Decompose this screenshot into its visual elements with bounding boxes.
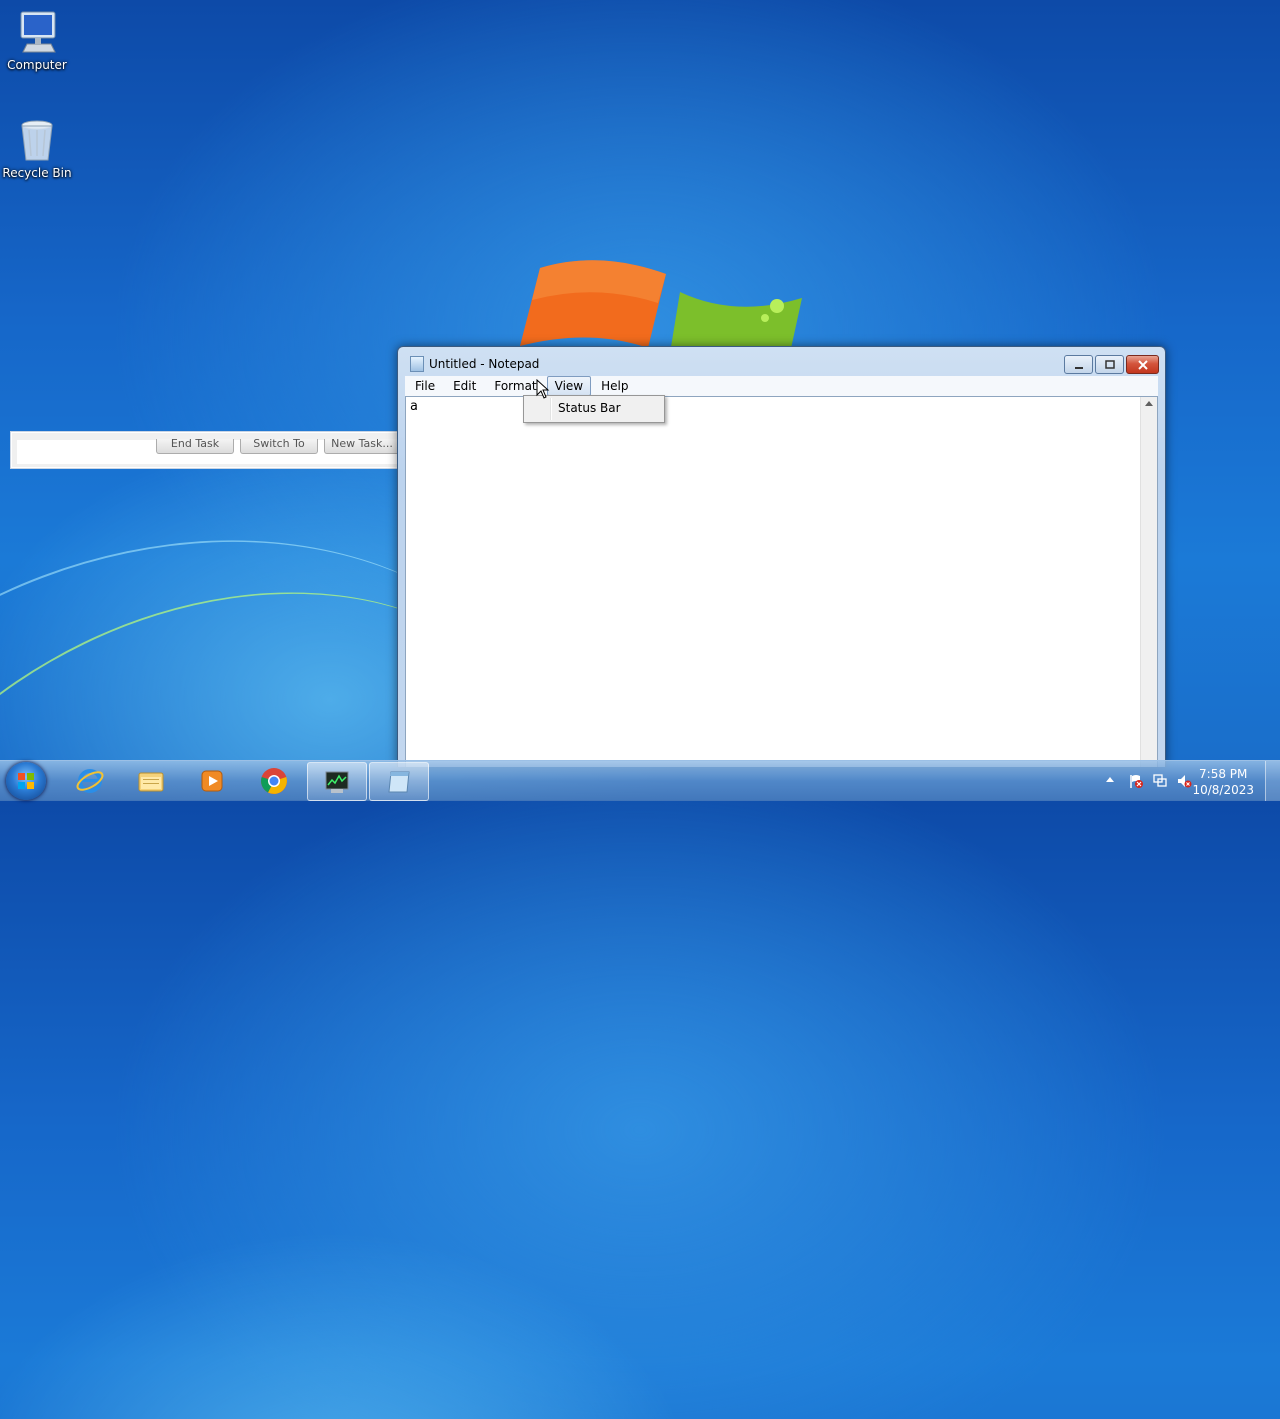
title-bar[interactable]: Untitled - Notepad (410, 356, 539, 372)
window-title: Untitled - Notepad (429, 357, 540, 371)
minimize-icon (1074, 366, 1083, 369)
task-manager-icon (325, 771, 349, 793)
clock-date: 10/8/2023 (1192, 783, 1254, 797)
minimize-button[interactable] (1064, 355, 1093, 374)
text-editor[interactable]: a (405, 396, 1158, 767)
maximize-icon (1104, 359, 1115, 369)
task-manager-window[interactable]: End Task Switch To New Task... (10, 431, 400, 469)
taskbar-media-player[interactable] (183, 762, 241, 799)
task-manager-panel: End Task Switch To New Task... (17, 439, 400, 464)
network-icon[interactable] (1152, 773, 1168, 789)
computer-icon (13, 8, 61, 56)
desktop-icon-computer[interactable]: Computer (1, 8, 73, 72)
taskbar-windows-explorer[interactable] (122, 762, 180, 799)
windows-logo-wallpaper (520, 258, 810, 356)
caption-buttons (1064, 355, 1159, 374)
ie-icon (76, 769, 104, 793)
close-icon (1137, 359, 1148, 370)
taskbar-internet-explorer[interactable] (61, 762, 119, 799)
start-button[interactable] (6, 762, 46, 800)
end-task-button[interactable]: End Task (156, 439, 234, 454)
menu-view[interactable]: View (546, 376, 592, 396)
taskbar-notepad[interactable] (369, 762, 429, 801)
switch-to-button[interactable]: Switch To (240, 439, 318, 454)
vertical-scrollbar[interactable] (1140, 397, 1157, 767)
taskbar-task-manager[interactable] (307, 762, 367, 801)
desktop-icon-label: Computer (7, 58, 67, 72)
new-task-button[interactable]: New Task... (324, 439, 400, 454)
recycle-bin-icon (13, 116, 61, 164)
editor-content: a (410, 399, 418, 414)
menu-file[interactable]: File (407, 376, 443, 396)
system-tray: 7:58 PM 10/8/2023 (1090, 761, 1280, 801)
media-player-icon (201, 770, 223, 792)
taskbar-chrome[interactable] (245, 762, 303, 799)
taskbar: 7:58 PM 10/8/2023 (0, 760, 1280, 801)
notepad-icon (410, 356, 424, 372)
chrome-icon (261, 768, 287, 794)
scroll-up-icon[interactable] (1145, 401, 1153, 406)
clock-time: 7:58 PM (1199, 767, 1248, 781)
folder-icon (138, 772, 164, 792)
desktop-icon-label: Recycle Bin (2, 166, 72, 180)
show-hidden-icons-icon[interactable] (1106, 777, 1114, 782)
show-desktop-button[interactable] (1265, 761, 1280, 801)
volume-muted-icon[interactable] (1176, 773, 1192, 789)
notepad-window[interactable]: Untitled - Notepad File Edit Format View… (397, 346, 1166, 767)
clock[interactable]: 7:58 PM 10/8/2023 (1192, 766, 1254, 798)
menu-help[interactable]: Help (593, 376, 636, 396)
notepad-icon (388, 771, 410, 793)
desktop-icon-recycle-bin[interactable]: Recycle Bin (1, 116, 73, 180)
action-center-flag-icon[interactable] (1128, 773, 1144, 789)
maximize-button[interactable] (1095, 355, 1124, 374)
menu-bar: File Edit Format View Help (405, 376, 1158, 396)
windows-flag-icon (18, 773, 34, 789)
menu-edit[interactable]: Edit (445, 376, 484, 396)
menu-item-status-bar[interactable]: Status Bar (558, 401, 621, 415)
close-button[interactable] (1126, 355, 1159, 374)
mouse-cursor-icon (536, 378, 550, 402)
menu-gutter-separator (550, 398, 552, 420)
